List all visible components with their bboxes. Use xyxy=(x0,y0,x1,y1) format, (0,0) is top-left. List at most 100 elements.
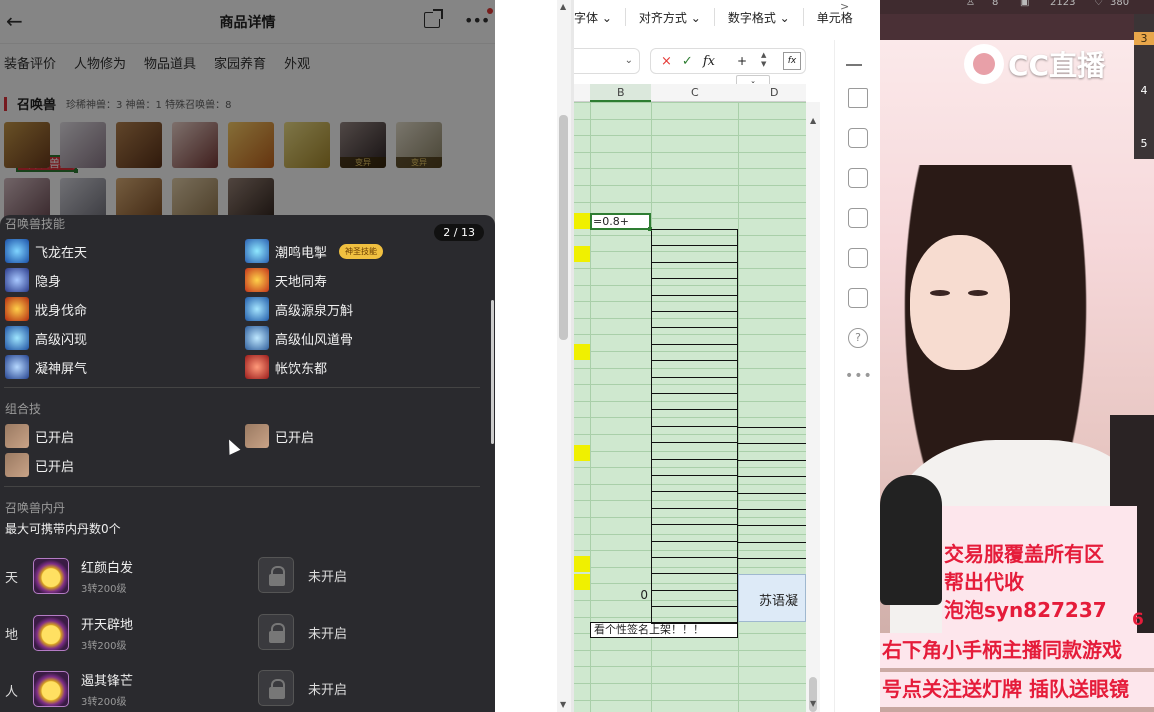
tools-icon[interactable] xyxy=(848,208,868,228)
collapse-icon[interactable] xyxy=(846,64,862,66)
dan-item[interactable]: 开天辟地 3转200级 xyxy=(33,614,133,652)
skill-name: 高级闪现 xyxy=(35,332,88,348)
highlighted-cell[interactable] xyxy=(574,213,590,229)
skill-item[interactable]: 高级源泉万斛 xyxy=(245,297,353,321)
name-cell[interactable]: 苏语凝 xyxy=(738,574,806,622)
skill-icon xyxy=(245,239,269,263)
transform-icon[interactable] xyxy=(848,168,868,188)
divider xyxy=(4,486,480,487)
highlighted-cell[interactable] xyxy=(574,445,590,461)
skill-item[interactable]: 高级仙风道骨 xyxy=(245,326,353,350)
bookmark-icon[interactable] xyxy=(848,288,868,308)
style-icon[interactable] xyxy=(848,248,868,268)
microphone-icon xyxy=(880,475,942,605)
formula-content: + xyxy=(736,54,748,68)
highlighted-cell[interactable] xyxy=(574,246,590,262)
border-line xyxy=(651,442,738,443)
cell-value[interactable]: 0 xyxy=(590,588,651,604)
combo-status: 已开启 xyxy=(35,459,75,475)
border-line xyxy=(738,542,806,543)
skill-name: 凝神屏气 xyxy=(35,361,88,377)
rank-item[interactable]: 5 xyxy=(1134,137,1154,150)
ad-line: 泡泡syn827237 xyxy=(944,598,1107,622)
ribbon-next-icon[interactable]: > xyxy=(840,0,849,13)
column-header-b[interactable]: B xyxy=(617,86,625,99)
row-line xyxy=(574,185,806,186)
border-line xyxy=(738,525,806,526)
column-header-c[interactable]: C xyxy=(691,86,699,99)
skill-item[interactable]: 飞龙在天 xyxy=(5,239,87,263)
sheet-scrollbar[interactable]: ▲ ▼ xyxy=(806,102,820,712)
name-box[interactable]: ⌄ xyxy=(574,48,640,74)
border-line xyxy=(651,409,738,410)
border-line xyxy=(651,344,738,345)
ribbon-alignment[interactable]: 对齐方式 ⌄ xyxy=(639,9,714,26)
border-line xyxy=(738,427,806,428)
dan-info: 红颜白发 3转200级 xyxy=(81,557,133,595)
border-line xyxy=(651,524,738,525)
ribbon-separator xyxy=(713,8,715,26)
dan-item[interactable]: 遏其锋芒 3转200级 xyxy=(33,670,133,708)
help-icon[interactable]: ? xyxy=(848,328,868,348)
ribbon-font-label: 字体 xyxy=(574,10,599,25)
column-header-d[interactable]: D xyxy=(770,86,778,99)
scroll-down-icon[interactable]: ▼ xyxy=(810,699,816,708)
scroll-down-icon[interactable]: ▼ xyxy=(560,700,566,709)
highlighted-cell[interactable] xyxy=(574,574,590,590)
cancel-icon[interactable]: × xyxy=(661,54,672,69)
combo-status: 已开启 xyxy=(275,430,315,446)
active-cell[interactable]: =0.8+ xyxy=(590,213,652,231)
border-line xyxy=(738,558,806,559)
function-icon[interactable]: fx xyxy=(703,54,715,69)
skill-item[interactable]: 戕身伐命 xyxy=(5,297,87,321)
skill-item[interactable]: 凝神屏气 xyxy=(5,355,87,379)
panel-scrollbar[interactable] xyxy=(491,300,494,444)
expand-arrows-icon[interactable]: ▲ ▼ xyxy=(761,51,766,69)
skill-item[interactable]: 天地同寿 xyxy=(245,268,327,292)
scroll-up-icon[interactable]: ▲ xyxy=(560,2,566,11)
border-line xyxy=(738,460,806,461)
ribbon-font[interactable]: 字体 ⌄ xyxy=(574,9,625,26)
insert-function-icon[interactable]: fx xyxy=(783,52,801,70)
scroll-up-icon[interactable]: ▲ xyxy=(810,116,816,125)
lock-icon xyxy=(258,614,294,650)
formula-input[interactable]: × ✓ fx + ▲ ▼ fx xyxy=(650,48,806,74)
hot-icon: ▣ xyxy=(1020,0,1030,8)
row-line xyxy=(574,119,806,120)
more-tools-icon[interactable]: ••• xyxy=(845,368,873,384)
rank-item[interactable]: 3 xyxy=(1134,32,1154,45)
ribbon-number-label: 数字格式 xyxy=(727,10,776,25)
highlighted-cell[interactable] xyxy=(574,344,590,360)
bordered-range xyxy=(651,229,738,638)
inner-dan-icon xyxy=(33,558,69,594)
row-line xyxy=(574,102,806,103)
border-line xyxy=(738,493,806,494)
border-line xyxy=(651,377,738,378)
confirm-icon[interactable]: ✓ xyxy=(682,54,693,69)
page-counter: 2 / 13 xyxy=(434,224,484,241)
signature-cell[interactable]: 看个性签名上架！！！ xyxy=(590,622,738,638)
skill-item[interactable]: 高级闪现 xyxy=(5,326,87,350)
ad-line: 交易服覆盖所有区 xyxy=(944,542,1104,566)
combo-item[interactable]: 已开启 xyxy=(245,424,314,448)
skill-icon xyxy=(5,355,29,379)
dan-item[interactable]: 红颜白发 3转200级 xyxy=(33,557,133,595)
highlighted-cell[interactable] xyxy=(574,556,590,572)
border-line xyxy=(738,443,806,444)
adjust-icon[interactable] xyxy=(848,128,868,148)
border-line xyxy=(651,278,738,279)
skill-item[interactable]: 潮鸣电掣 神圣技能 xyxy=(245,239,384,263)
rank-item[interactable]: 4 xyxy=(1134,84,1154,97)
select-icon[interactable] xyxy=(848,88,868,108)
ribbon-number-format[interactable]: 数字格式 ⌄ xyxy=(728,9,803,26)
border-line xyxy=(738,509,806,510)
skill-item[interactable]: 帐饮东都 xyxy=(245,355,327,379)
combo-item[interactable]: 已开启 xyxy=(5,453,74,477)
combo-item[interactable]: 已开启 xyxy=(5,424,74,448)
window-scrollbar[interactable]: ▲ ▼ xyxy=(557,0,571,712)
row-line xyxy=(574,135,806,136)
skill-item[interactable]: 隐身 xyxy=(5,268,61,292)
scrollbar-thumb[interactable] xyxy=(559,115,568,340)
cell-grid[interactable]: =0.8+ 0 苏语凝 看个性签名上架！！！ xyxy=(574,102,806,712)
ribbon-separator xyxy=(802,8,804,26)
